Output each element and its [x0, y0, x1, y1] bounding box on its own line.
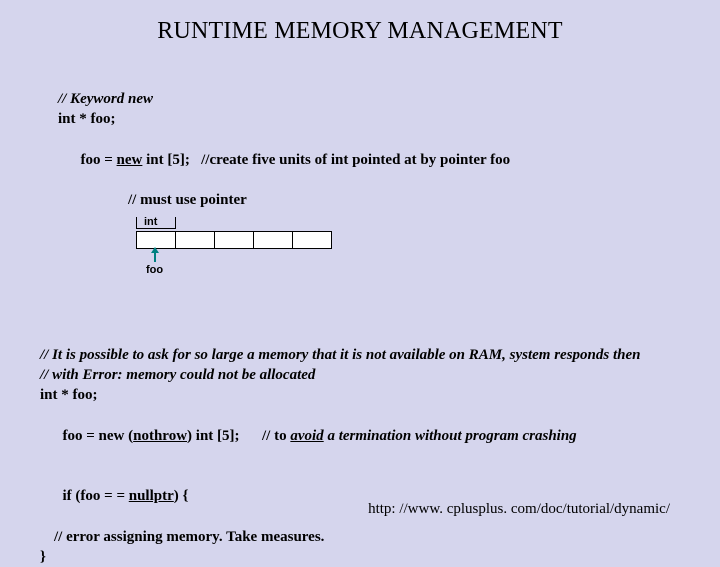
keyword-nullptr: nullptr	[129, 488, 174, 504]
comment-take-measures: // error assigning memory. Take measures…	[54, 527, 680, 547]
fragment: a termination without program crashing	[324, 428, 577, 444]
comment-keyword-new: // Keyword new	[58, 89, 680, 109]
comment-error: // with Error: memory could not be alloc…	[40, 365, 680, 385]
foo-label: foo	[146, 263, 163, 278]
slide: RUNTIME MEMORY MANAGEMENT // Keyword new…	[0, 0, 720, 540]
close-brace: }	[40, 547, 680, 567]
comment-large-memory: // It is possible to ask for so large a …	[40, 345, 680, 365]
page-title: RUNTIME MEMORY MANAGEMENT	[40, 18, 680, 45]
fragment: ) int [5]; // to	[187, 428, 290, 444]
keyword-avoid: avoid	[290, 428, 323, 444]
assign-foo-nothrow: foo = new (nothrow) int [5]; // to avoid…	[40, 405, 680, 466]
comment-must-use-pointer: // must use pointer	[128, 190, 680, 210]
keyword-nothrow: nothrow	[133, 428, 187, 444]
source-url: http: //www. cplusplus. com/doc/tutorial…	[368, 501, 670, 518]
memory-cells	[136, 231, 332, 249]
memory-cell	[215, 231, 254, 249]
decl-foo-2: int * foo;	[40, 385, 680, 405]
memory-cell	[176, 231, 215, 249]
fragment: foo =	[81, 152, 117, 168]
keyword-new: new	[117, 152, 143, 168]
memory-diagram: int foo	[136, 215, 680, 275]
code-block-new: // Keyword new int * foo; foo = new int …	[58, 89, 680, 275]
memory-cell	[254, 231, 293, 249]
decl-foo: int * foo;	[58, 109, 680, 129]
pointer-arrow-icon	[154, 248, 156, 262]
fragment: foo = new (	[63, 428, 134, 444]
assign-foo-new: foo = new int [5]; //create five units o…	[58, 130, 680, 191]
code-block-nothrow: // It is possible to ask for so large a …	[40, 345, 680, 567]
fragment: int [5]; //create five units of int poin…	[142, 152, 510, 168]
fragment: if (foo = =	[63, 488, 129, 504]
fragment: ) {	[174, 488, 189, 504]
int-label: int	[144, 215, 157, 230]
memory-cell	[293, 231, 332, 249]
